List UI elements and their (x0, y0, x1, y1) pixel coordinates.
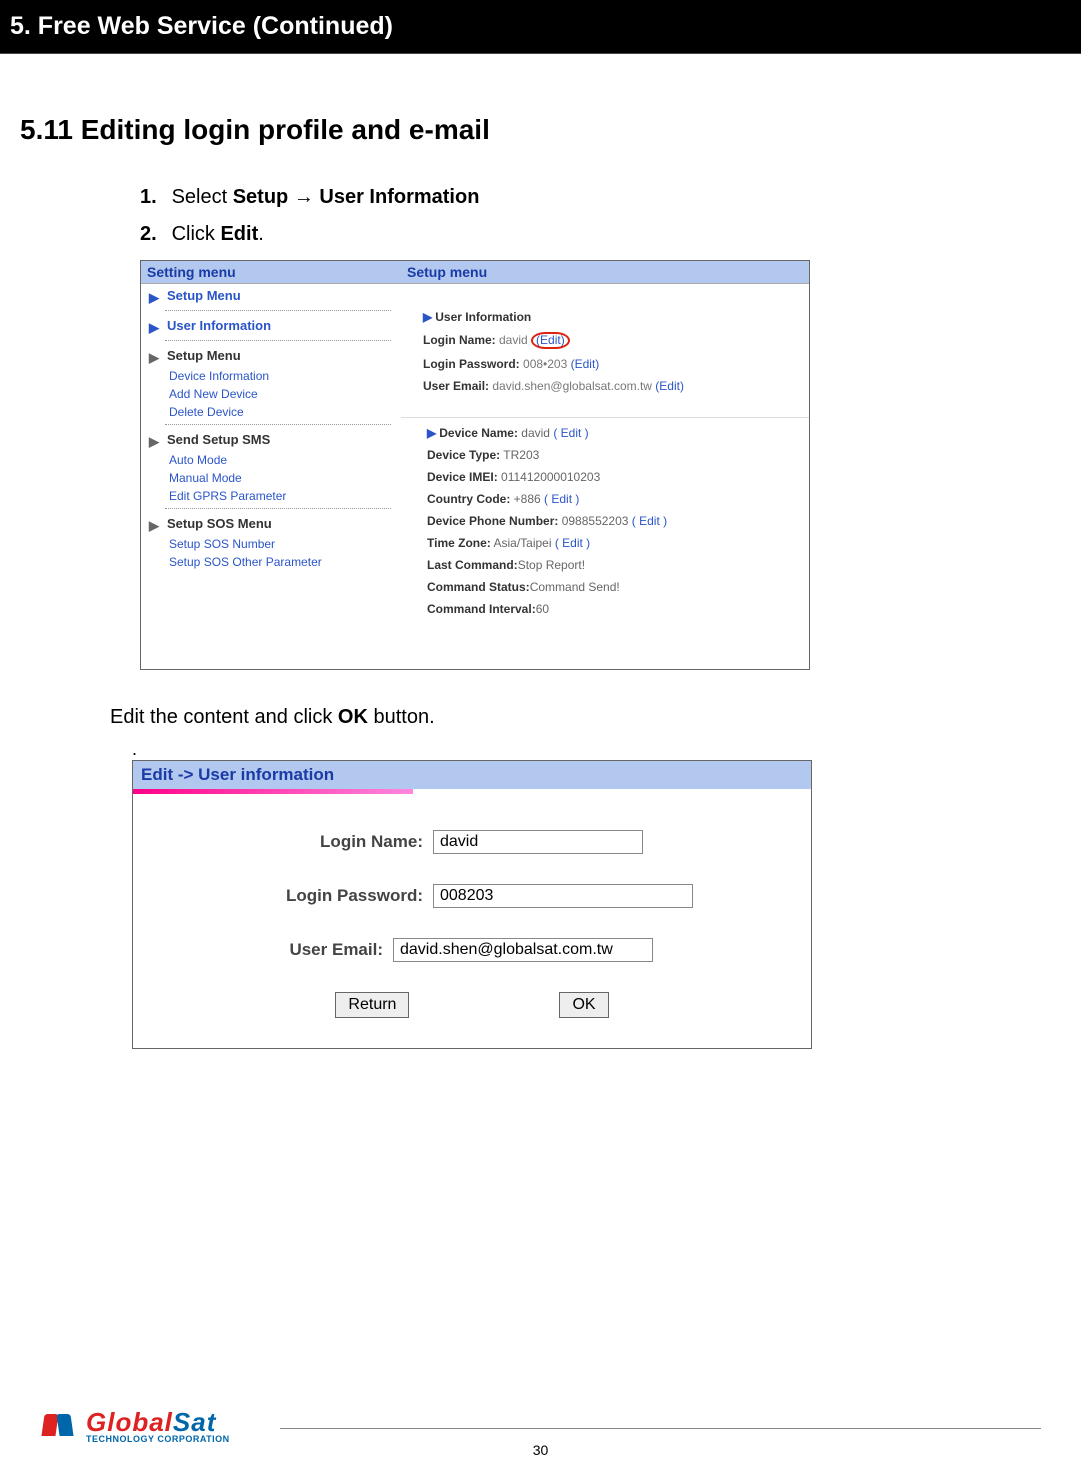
login-name-row: Login Name: david (Edit) (423, 332, 797, 349)
step-2: 2. Click Edit. (140, 223, 1061, 246)
step-2-bold-edit: Edit (220, 223, 258, 245)
ok-button[interactable]: OK (559, 992, 608, 1018)
time-zone-row: Time Zone: Asia/Taipei ( Edit ) (427, 536, 799, 550)
arrow-icon: → (294, 186, 314, 208)
submenu-edit-gprs[interactable]: Edit GPRS Parameter (169, 487, 401, 505)
step-1-number: 1. (140, 186, 166, 209)
command-status-row: Command Status:Command Send! (427, 580, 799, 594)
globalsat-logo: GlobalSat TECHNOLOGY CORPORATION (40, 1406, 230, 1446)
submenu-add-new-device[interactable]: Add New Device (169, 385, 401, 403)
step-2-text-post: . (258, 223, 264, 245)
step-1: 1. Select Setup → User Information (140, 186, 1061, 209)
user-email-label: User Email: (163, 940, 393, 960)
user-info-header: ▶User Information (423, 310, 797, 324)
last-command-row: Last Command:Stop Report! (427, 558, 799, 572)
menu-setup-sos[interactable]: ▶Setup SOS Menu (141, 512, 401, 535)
left-panel-header: Setting menu (141, 261, 401, 284)
edit-user-email-link[interactable]: (Edit) (655, 379, 684, 393)
submenu-auto-mode[interactable]: Auto Mode (169, 451, 401, 469)
edit-phone-link[interactable]: ( Edit ) (632, 514, 667, 528)
country-code-row: Country Code: +886 ( Edit ) (427, 492, 799, 506)
screenshot-edit-user-info: Edit -> User information Login Name: Log… (132, 760, 812, 1049)
triangle-icon: ▶ (149, 320, 159, 336)
logo-text-global: Global (86, 1407, 173, 1437)
step-1-bold-userinfo: User Information (319, 186, 479, 208)
triangle-icon: ▶ (427, 426, 436, 440)
submenu-manual-mode[interactable]: Manual Mode (169, 469, 401, 487)
footer-line (280, 1428, 1041, 1429)
submenu-delete-device[interactable]: Delete Device (169, 403, 401, 421)
edit-country-code-link[interactable]: ( Edit ) (544, 492, 579, 506)
submenu-sos-other[interactable]: Setup SOS Other Parameter (169, 553, 401, 571)
edit-time-zone-link[interactable]: ( Edit ) (555, 536, 590, 550)
user-email-input[interactable] (393, 938, 653, 962)
menu-send-setup-sms[interactable]: ▶Send Setup SMS (141, 428, 401, 451)
edit-login-password-link[interactable]: (Edit) (571, 357, 600, 371)
device-imei-row: Device IMEI: 011412000010203 (427, 470, 799, 484)
menu-user-information[interactable]: ▶User Information (141, 314, 401, 337)
submenu-sos-number[interactable]: Setup SOS Number (169, 535, 401, 553)
edit-link-highlight: (Edit) (531, 332, 570, 349)
login-name-label: Login Name: (163, 832, 433, 852)
step-1-text-pre: Select (172, 186, 233, 208)
logo-text-sat: Sat (173, 1407, 216, 1437)
edit-device-name-link[interactable]: ( Edit ) (553, 426, 588, 440)
step-2-number: 2. (140, 223, 166, 246)
device-type-row: Device Type: TR203 (427, 448, 799, 462)
user-email-row: User Email: david.shen@globalsat.com.tw … (423, 379, 797, 393)
device-phone-row: Device Phone Number: 0988552203 ( Edit ) (427, 514, 799, 528)
screenshot-setup-menu: Setting menu ▶Setup Menu ▶User Informati… (140, 260, 810, 670)
submenu-device-information[interactable]: Device Information (169, 367, 401, 385)
triangle-icon: ▶ (149, 518, 159, 534)
triangle-icon: ▶ (149, 434, 159, 450)
return-button[interactable]: Return (335, 992, 409, 1018)
steps-list: 1. Select Setup → User Information 2. Cl… (140, 186, 1061, 246)
login-password-label: Login Password: (163, 886, 433, 906)
logo-icon (40, 1406, 80, 1446)
leading-dot: . (132, 739, 137, 760)
edit-panel-header: Edit -> User information (133, 761, 811, 789)
menu-setup-menu-2[interactable]: ▶Setup Menu (141, 344, 401, 367)
triangle-icon: ▶ (423, 310, 432, 324)
login-name-input[interactable] (433, 830, 643, 854)
device-name-row: ▶Device Name: david ( Edit ) (427, 426, 799, 440)
menu-setup-menu[interactable]: ▶Setup Menu (141, 284, 401, 307)
command-interval-row: Command Interval:60 (427, 602, 799, 616)
triangle-icon: ▶ (149, 350, 159, 366)
login-password-input[interactable] (433, 884, 693, 908)
edit-content-instruction: Edit the content and click OK button. (110, 706, 1061, 729)
edit-login-name-link[interactable]: (Edit) (536, 333, 565, 347)
chapter-header: 5. Free Web Service (Continued) (0, 0, 1081, 54)
login-password-row: Login Password: 008•203 (Edit) (423, 357, 797, 371)
step-1-bold-setup: Setup (233, 186, 294, 208)
triangle-icon: ▶ (149, 290, 159, 306)
logo-tagline: TECHNOLOGY CORPORATION (86, 1435, 230, 1444)
step-2-text-pre: Click (172, 223, 221, 245)
right-panel-header: Setup menu (401, 261, 809, 284)
section-title: 5.11 Editing login profile and e-mail (20, 114, 1061, 146)
